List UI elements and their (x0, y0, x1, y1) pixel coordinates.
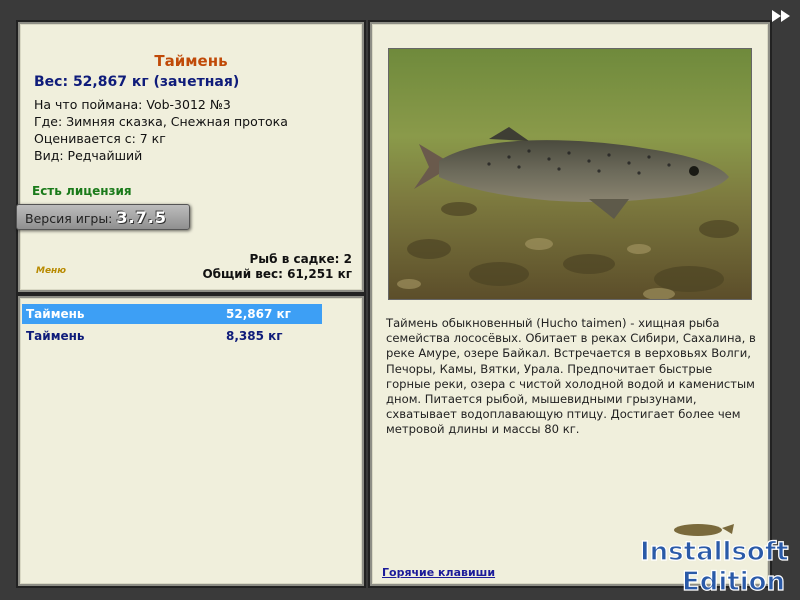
fish-info-panel: Таймень Вес: 52,867 кг (зачетная) На что… (16, 22, 364, 292)
license-status: Есть лицензия (32, 184, 132, 198)
fish-in-net: Рыб в садке: 2 (249, 252, 353, 266)
valued-from-info: Оценивается с: 7 кг (34, 131, 166, 146)
hotkeys-link[interactable]: Горячие клавиши (382, 566, 495, 579)
menu-button[interactable]: Меню (36, 266, 66, 276)
rarity-info: Вид: Редчайший (34, 148, 143, 163)
fish-description: Таймень обыкновенный (Hucho taimen) - хи… (386, 316, 756, 437)
watermark-line2: Edition (682, 567, 785, 596)
location-info: Где: Зимняя сказка, Снежная протока (34, 114, 288, 129)
fish-photo (388, 48, 752, 300)
installsoft-logo: Installsoft Edition (639, 524, 789, 596)
fish-title: Таймень (154, 52, 228, 70)
version-number: 3.7.5 (116, 208, 167, 227)
catch-row[interactable]: Таймень 52,867 кг (22, 304, 322, 324)
fast-forward-icon[interactable] (770, 8, 794, 24)
description-panel: Таймень обыкновенный (Hucho taimen) - хи… (370, 22, 770, 586)
total-weight: Общий вес: 61,251 кг (202, 267, 352, 281)
catch-row[interactable]: Таймень 8,385 кг (22, 326, 322, 346)
catch-name: Таймень (26, 307, 85, 321)
version-badge: Версия игры: 3.7.5 (16, 204, 190, 230)
bait-info: На что поймана: Vob-3012 №3 (34, 97, 231, 112)
watermark-line1: Installsoft (640, 537, 789, 567)
catch-weight: 8,385 кг (226, 329, 283, 343)
fish-weight: Вес: 52,867 кг (зачетная) (34, 74, 240, 90)
catch-weight: 52,867 кг (226, 307, 291, 321)
catch-list-panel: Таймень 52,867 кг Таймень 8,385 кг (18, 296, 364, 586)
catch-name: Таймень (26, 329, 85, 343)
version-label: Версия игры: (25, 211, 113, 226)
